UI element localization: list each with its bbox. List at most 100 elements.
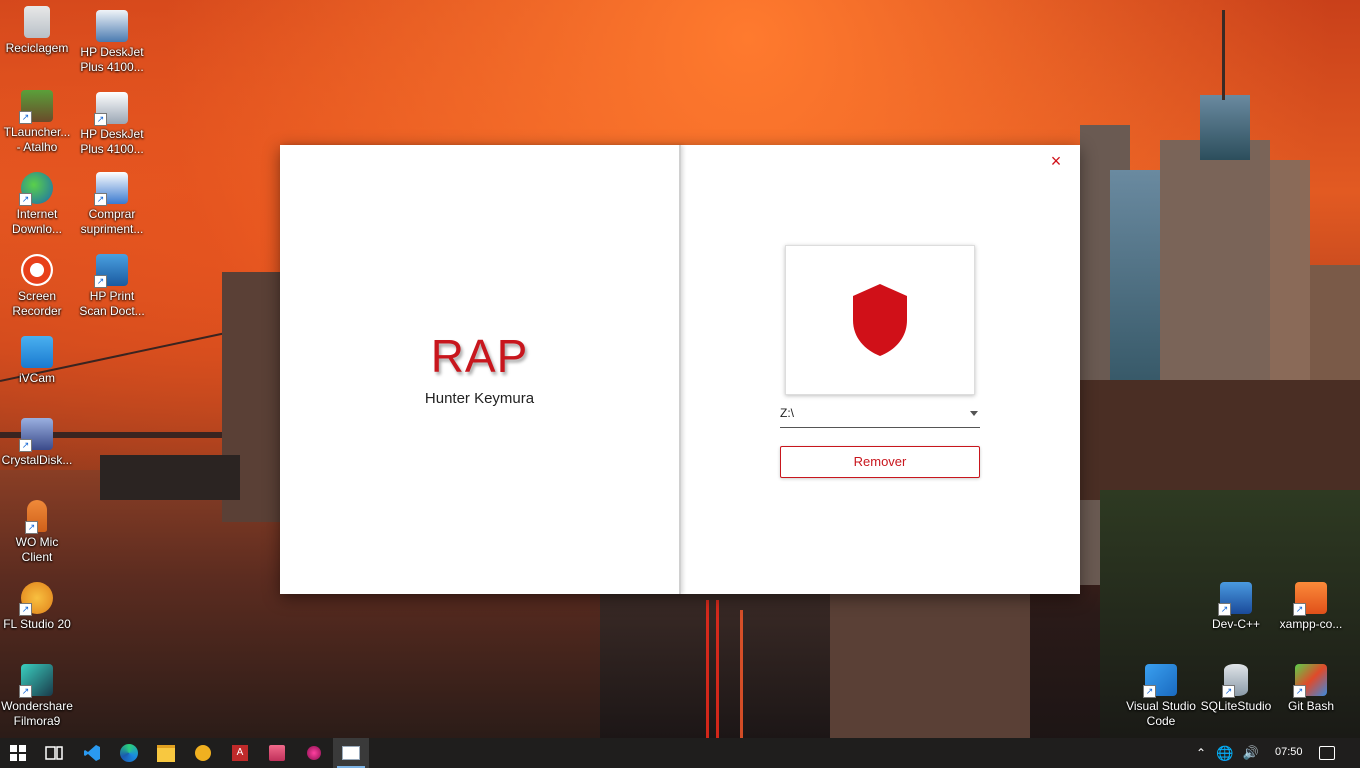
building [830,594,1030,738]
desktop-icon-label: Wondershare Filmora9 [1,699,73,728]
desktop-icon-ivcam[interactable]: iVCam [0,336,74,386]
recycle-bin-icon [24,6,50,38]
rap-app-icon[interactable] [333,738,369,768]
app-author: Hunter Keymura [424,390,535,407]
file-explorer-icon[interactable] [148,738,184,768]
highway [600,594,830,739]
desktop-icon-label: Dev-C++ [1211,617,1261,631]
desktop-icon-label: WO Mic Client [15,535,59,564]
desktop-icon-hp-deskjet-2[interactable]: ↗ HP DeskJet Plus 4100... [75,92,149,157]
shield-card [785,245,975,395]
spire [1222,10,1225,100]
app-title: RAP [430,330,529,382]
volume-icon[interactable]: 🔊 [1240,738,1262,768]
task-view-icon[interactable] [36,738,72,768]
shortcut-arrow-icon: ↗ [25,521,38,534]
shield-icon [853,284,907,356]
desktop-icon-xampp[interactable]: ↗ xampp-co... [1274,582,1348,632]
desktop-icon-vscode[interactable]: ↗ Visual Studio Code [1124,664,1198,729]
light-trail [716,600,719,740]
clock[interactable]: 07:50 [1275,746,1303,758]
shortcut-arrow-icon: ↗ [94,275,107,288]
shortcut-arrow-icon: ↗ [94,193,107,206]
desktop-icon-label: Screen Recorder [12,289,62,318]
microphone-icon: ↗ [25,500,47,534]
desktop-icon-label: CrystalDisk... [1,453,73,467]
fruit-icon: ↗ [19,582,53,616]
shortcut-arrow-icon: ↗ [19,685,32,698]
vscode-icon[interactable] [74,738,110,768]
desktop-icon-label: HP DeskJet Plus 4100... [80,45,144,74]
shortcut-arrow-icon: ↗ [19,439,32,452]
stack-icon[interactable] [259,738,295,768]
rap-window: RAP Hunter Keymura × Z:\ Remover [280,145,1080,594]
shortcut-arrow-icon: ↗ [94,113,107,126]
filmora-icon: ↗ [19,664,53,698]
desktop-icon-reciclagem[interactable]: Reciclagem [0,6,74,56]
desktop-icon-wo-mic[interactable]: ↗ WO Mic Client [0,500,74,565]
printer-icon [96,10,128,42]
xampp-icon: ↗ [1293,582,1327,616]
windows-start-icon[interactable] [0,738,36,768]
desktop-icon-label: iVCam [18,371,55,385]
drive-select-value: Z:\ [780,406,794,420]
chevron-up-icon[interactable]: ⌃ [1190,738,1212,768]
desktop-icon-screen-recorder[interactable]: Screen Recorder [0,254,74,319]
app-icon[interactable] [185,738,221,768]
desktop-icon-filmora[interactable]: ↗ Wondershare Filmora9 [0,664,74,729]
edge-icon[interactable] [111,738,147,768]
close-button[interactable]: × [1046,151,1066,171]
remove-button[interactable]: Remover [780,446,980,478]
desktop-icon-label: Comprar supriment... [80,207,144,236]
shortcut-arrow-icon: ↗ [1293,603,1306,616]
desktop-icon-git-bash[interactable]: ↗ Git Bash [1274,664,1348,714]
desktop-icon-label: HP DeskJet Plus 4100... [80,127,144,156]
desktop-icon-sqlitestudio[interactable]: ↗ SQLiteStudio [1199,664,1273,714]
desktop-icon-tlauncher[interactable]: ↗ TLauncher... - Atalho [0,90,74,155]
desktop-icon-dev-cpp[interactable]: ↗ Dev-C++ [1199,582,1273,632]
shortcut-arrow-icon: ↗ [19,111,32,124]
printer-icon: ↗ [94,92,128,126]
desktop-icon-label: Reciclagem [5,41,69,55]
shortcut-arrow-icon: ↗ [19,193,32,206]
drive-select[interactable]: Z:\ [780,403,980,428]
dev-cpp-icon: ↗ [1218,582,1252,616]
light-trail [706,600,709,740]
database-icon: ↗ [1222,664,1248,698]
disk-icon: ↗ [19,418,53,452]
shortcut-arrow-icon: ↗ [19,603,32,616]
chevron-down-icon [970,411,978,416]
branding-pane: RAP Hunter Keymura [280,145,681,594]
shortcut-arrow-icon: ↗ [1222,685,1235,698]
desktop-icon-label: SQLiteStudio [1200,699,1272,713]
webcam-icon [21,336,53,368]
desktop-icon-fl-studio[interactable]: ↗ FL Studio 20 [0,582,74,632]
building [1080,380,1360,500]
shortcut-arrow-icon: ↗ [1293,685,1306,698]
desktop-icon-crystaldisk[interactable]: ↗ CrystalDisk... [0,418,74,468]
taskbar: A ⌃ 🌐 🔊 07:50 [0,738,1360,768]
desktop-icon-label: xampp-co... [1279,617,1343,631]
building [100,455,240,500]
desktop-icon-hp-print-scan[interactable]: ↗ HP Print Scan Doct... [75,254,149,319]
vscode-icon: ↗ [1143,664,1177,698]
light-trail [740,610,743,738]
record-icon [21,254,53,286]
shortcut-arrow-icon: ↗ [1143,685,1156,698]
minecraft-icon: ↗ [19,90,53,124]
git-icon: ↗ [1293,664,1327,698]
desktop-icon-internet-download[interactable]: ↗ Internet Downlo... [0,172,74,237]
desktop-icon-label: Internet Downlo... [11,207,63,236]
notifications-icon[interactable] [1312,738,1342,768]
world-trade-center [1200,95,1250,160]
network-icon[interactable]: 🌐 [1214,738,1236,768]
globe-download-icon: ↗ [19,172,53,206]
gem-icon[interactable] [296,738,332,768]
desktop-icon-comprar[interactable]: ↗ Comprar supriment... [75,172,149,237]
scan-doctor-icon: ↗ [94,254,128,288]
desktop-icon-hp-deskjet-1[interactable]: HP DeskJet Plus 4100... [75,10,149,75]
desktop-icon-label: Git Bash [1287,699,1335,713]
desktop-icon-label: HP Print Scan Doct... [79,289,145,318]
shortcut-arrow-icon: ↗ [1218,603,1231,616]
access-icon[interactable]: A [222,738,258,768]
